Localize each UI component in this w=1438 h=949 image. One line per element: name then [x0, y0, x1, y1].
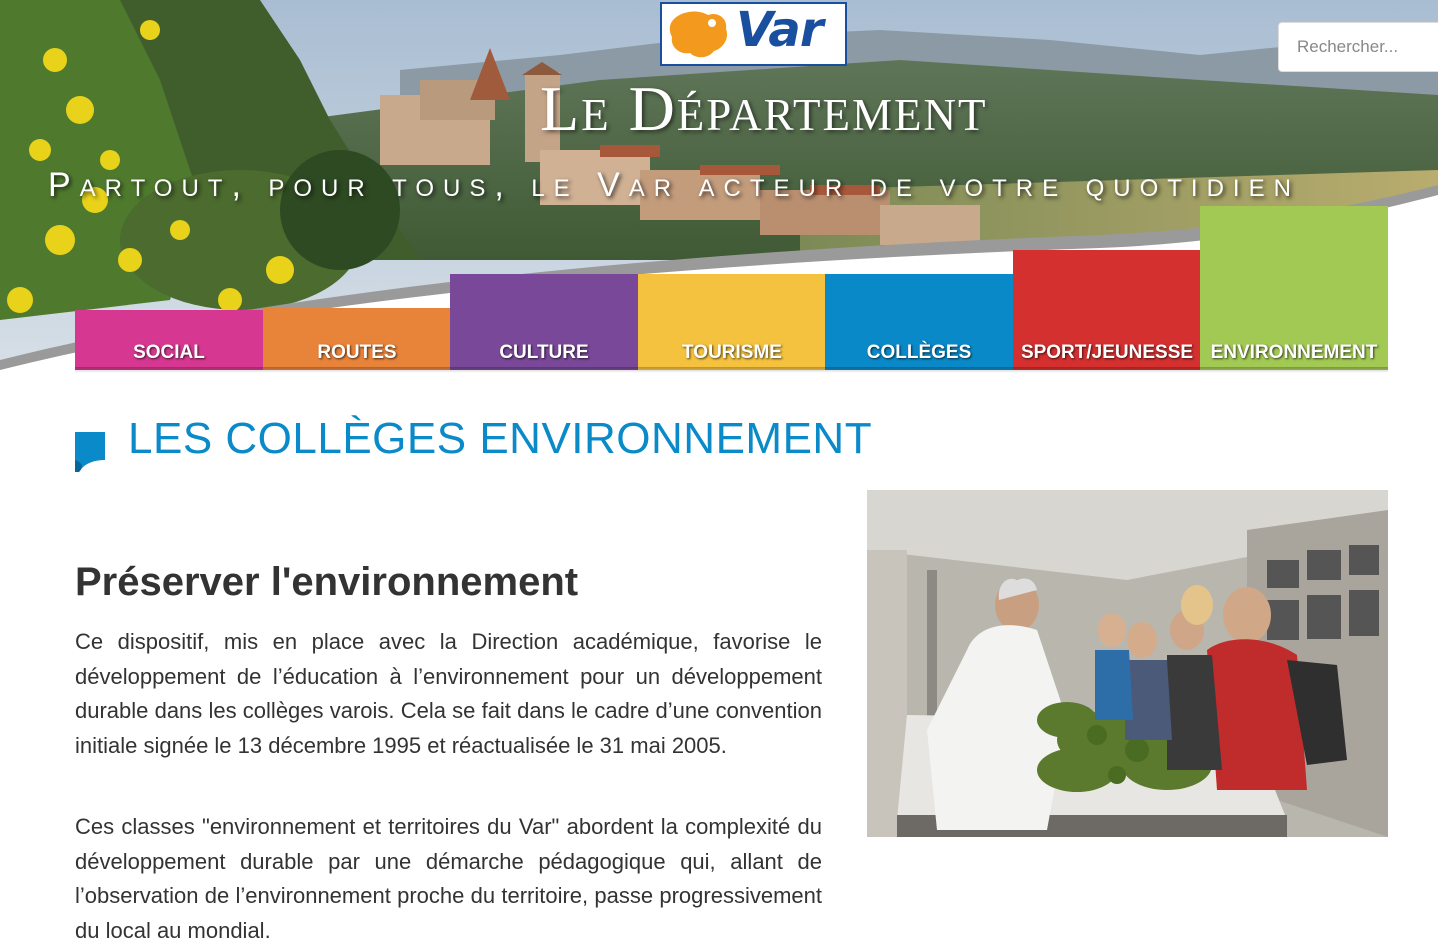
nav-item-label: ENVIRONNEMENT [1210, 342, 1378, 363]
nav-shadow [75, 367, 1388, 373]
nav-item-tourisme[interactable]: TOURISME [638, 274, 826, 370]
nav-item-colleges[interactable]: COLLÈGES [825, 274, 1013, 370]
nav-item-label: ROUTES [317, 342, 397, 363]
college-environment-photo [867, 490, 1388, 837]
nav-item-label: COLLÈGES [866, 342, 972, 363]
paragraph-intro: Ce dispositif, mis en place avec la Dire… [75, 629, 822, 758]
page-title: LES COLLÈGES ENVIRONNEMENT [128, 414, 873, 463]
nav-item-label: SPORT/JEUNESSE [1020, 342, 1194, 363]
title-flag-icon [75, 432, 105, 472]
nav-item-label: CULTURE [499, 342, 589, 363]
nav-item-sport-jeunesse[interactable]: SPORT/JEUNESSE [1013, 250, 1201, 370]
section-heading: Préserver l'environnement [75, 560, 579, 604]
nav-item-label: SOCIAL [133, 342, 205, 363]
paragraph-classes: Ces classes "environnement et territoire… [75, 814, 822, 943]
nav-item-social[interactable]: SOCIAL [75, 310, 263, 370]
site-header: Var Le Département Partout, pour tous, l… [0, 0, 1438, 390]
main-navigation: SOCIAL ROUTES CULTURE TOURISME COLLÈGES … [75, 0, 1388, 370]
nav-item-culture[interactable]: CULTURE [450, 274, 638, 370]
nav-item-label: TOURISME [682, 342, 782, 363]
nav-item-routes[interactable]: ROUTES [263, 308, 451, 370]
nav-item-environnement[interactable]: ENVIRONNEMENT [1200, 206, 1388, 370]
